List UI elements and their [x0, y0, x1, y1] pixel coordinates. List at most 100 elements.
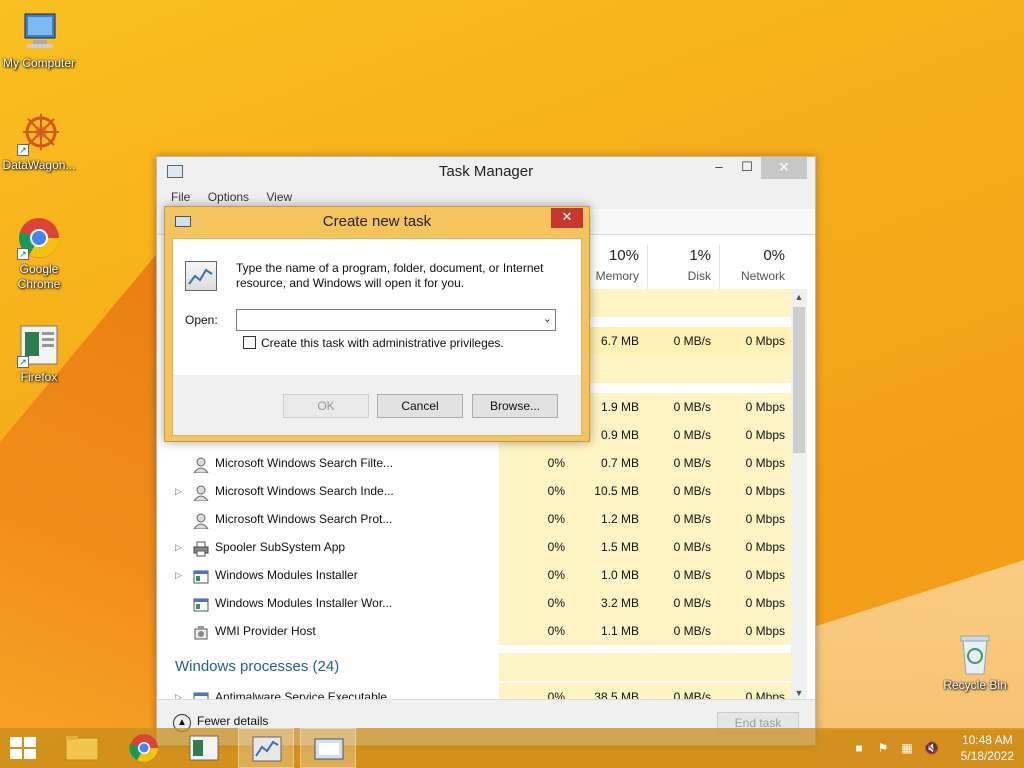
admin-privileges-checkbox[interactable]: Create this task with administrative pri…: [243, 336, 504, 350]
cell-network: 0 Mbps: [719, 327, 793, 355]
expand-chevron-icon[interactable]: ▷: [175, 561, 182, 589]
table-row[interactable]: ▷ Spooler SubSystem App 0% 1.5 MB 0 MB/s…: [157, 533, 793, 561]
task-manager-titlebar[interactable]: Task Manager – ☐ ✕: [157, 157, 815, 187]
table-row[interactable]: Windows Modules Installer Wor... 0% 3.2 …: [157, 589, 793, 617]
process-name: Antimalware Service Executable: [215, 690, 388, 699]
process-user-icon: [193, 511, 209, 530]
cell-network: 0 Mbps: [719, 449, 793, 477]
menu-view[interactable]: View: [266, 190, 292, 204]
expand-chevron-icon[interactable]: ▷: [175, 533, 182, 561]
admin-privileges-label: Create this task with administrative pri…: [261, 336, 504, 350]
cell-network: 0 Mbps: [719, 421, 793, 449]
table-row[interactable]: Microsoft Windows Search Filte... 0% 0.7…: [157, 449, 793, 477]
cell-disk: 0 MB/s: [647, 617, 719, 645]
app-window-icon: [189, 735, 219, 761]
cell-disk: 0 MB/s: [647, 533, 719, 561]
chrome-icon: ↗: [17, 216, 61, 260]
cell-disk: 0 MB/s: [647, 421, 719, 449]
desktop-icon-datawagon[interactable]: ↗ DataWagon...: [0, 112, 78, 172]
browse-button[interactable]: Browse...: [472, 394, 558, 418]
cell-memory: 1.0 MB: [573, 561, 647, 589]
maximize-button[interactable]: ☐: [733, 157, 761, 179]
start-windows-icon[interactable]: [10, 737, 38, 759]
cell-network: 0 Mbps: [719, 561, 793, 589]
cell-memory: 0.7 MB: [573, 449, 647, 477]
vertical-scrollbar[interactable]: ▲ ▼: [791, 289, 807, 701]
ok-button[interactable]: OK: [283, 394, 369, 418]
group-header-row[interactable]: Windows processes (24): [157, 653, 793, 681]
cell-cpu: 0%: [499, 533, 573, 561]
action-center-icon[interactable]: ■: [852, 741, 866, 755]
expand-chevron-icon[interactable]: ▷: [175, 477, 182, 505]
menu-options[interactable]: Options: [208, 190, 249, 204]
process-name: Microsoft Windows Search Inde...: [215, 484, 394, 498]
cell-cpu: 0%: [499, 449, 573, 477]
flag-icon[interactable]: ⚑: [876, 741, 890, 755]
cell-memory: 3.2 MB: [573, 589, 647, 617]
desktop-icon-recycle-bin[interactable]: Recycle Bin: [936, 632, 1014, 692]
recycle-bin-icon: [953, 632, 997, 676]
column-header-network[interactable]: 0% Network: [719, 245, 793, 289]
scrollbar-thumb[interactable]: [793, 307, 805, 453]
table-row[interactable]: Microsoft Windows Search Prot... 0% 1.2 …: [157, 505, 793, 533]
desktop-icon-my-computer[interactable]: My Computer: [0, 10, 78, 70]
taskbar-run-dialog[interactable]: [300, 728, 356, 768]
process-user-icon: [193, 483, 209, 502]
desktop-icon-google-chrome[interactable]: ↗ Google Chrome: [0, 216, 78, 292]
cell-network: 0 Mbps: [719, 477, 793, 505]
clock[interactable]: 10:48 AM 5/18/2022: [961, 732, 1014, 764]
process-name: Spooler SubSystem App: [215, 540, 346, 554]
dialog-titlebar[interactable]: Create new task ✕: [165, 207, 589, 237]
cell-network: 0 Mbps: [719, 505, 793, 533]
cell-cpu: 0%: [499, 477, 573, 505]
taskbar-file-explorer[interactable]: [54, 728, 110, 768]
wallpaper-band: [0, 250, 160, 730]
table-row[interactable]: ▷ Microsoft Windows Search Inde... 0% 10…: [157, 477, 793, 505]
run-app-icon: [175, 216, 191, 227]
cell-cpu: 0%: [499, 683, 573, 699]
cell-cpu: 0%: [499, 589, 573, 617]
cancel-button[interactable]: Cancel: [377, 394, 463, 418]
cell-disk: 0 MB/s: [647, 683, 719, 699]
cell-disk: 0 MB/s: [647, 449, 719, 477]
menu-file[interactable]: File: [171, 190, 190, 204]
task-manager-app-icon: [167, 165, 183, 178]
table-row[interactable]: WMI Provider Host 0% 1.1 MB 0 MB/s 0 Mbp…: [157, 617, 793, 645]
chevron-down-icon[interactable]: ⌄: [543, 312, 552, 325]
cell-memory: 38.5 MB: [573, 683, 647, 699]
task-manager-icon: [185, 261, 217, 291]
clock-time: 10:48 AM: [961, 733, 1013, 747]
column-pct: 0%: [763, 247, 785, 264]
cell-memory: 10.5 MB: [573, 477, 647, 505]
service-window-icon: [193, 689, 209, 699]
cell-cpu: 0%: [499, 505, 573, 533]
dialog-title: Create new task: [322, 213, 432, 230]
taskbar-chrome[interactable]: [116, 728, 172, 768]
open-combobox[interactable]: ⌄: [236, 309, 556, 331]
taskbar-task-manager[interactable]: [238, 728, 294, 768]
printer-icon: [193, 539, 209, 557]
system-tray: ■ ⚑ ▦ 🔇 10:48 AM 5/18/2022: [834, 728, 1024, 768]
desktop-icon-label: DataWagon...: [2, 158, 76, 172]
create-new-task-dialog: Create new task ✕ Type the name of a pro…: [164, 206, 590, 442]
table-row[interactable]: ▷ Antimalware Service Executable 0% 38.5…: [157, 683, 793, 699]
checkbox-box[interactable]: [243, 336, 256, 349]
table-row[interactable]: ▷ Windows Modules Installer 0% 1.0 MB 0 …: [157, 561, 793, 589]
cell-network: 0 Mbps: [719, 589, 793, 617]
close-button[interactable]: ✕: [761, 157, 807, 179]
desktop-icon-firefox[interactable]: ↗ Firefox: [0, 324, 78, 384]
cell-network: 0 Mbps: [719, 617, 793, 645]
dialog-close-button[interactable]: ✕: [551, 208, 583, 228]
column-label: Network: [740, 269, 785, 283]
network-icon[interactable]: ▦: [900, 741, 914, 755]
firefox-icon: ↗: [17, 324, 61, 368]
expand-chevron-icon[interactable]: ▷: [175, 683, 182, 699]
column-header-disk[interactable]: 1% Disk: [647, 245, 719, 289]
volume-muted-icon[interactable]: 🔇: [924, 741, 939, 755]
scroll-up-icon[interactable]: ▲: [791, 289, 807, 305]
task-manager-icon: [252, 736, 282, 762]
desktop-icon-label: Firefox: [20, 370, 58, 384]
minimize-button[interactable]: –: [705, 157, 733, 179]
window-title: Task Manager: [438, 163, 534, 180]
taskbar-app-window[interactable]: [176, 728, 232, 768]
